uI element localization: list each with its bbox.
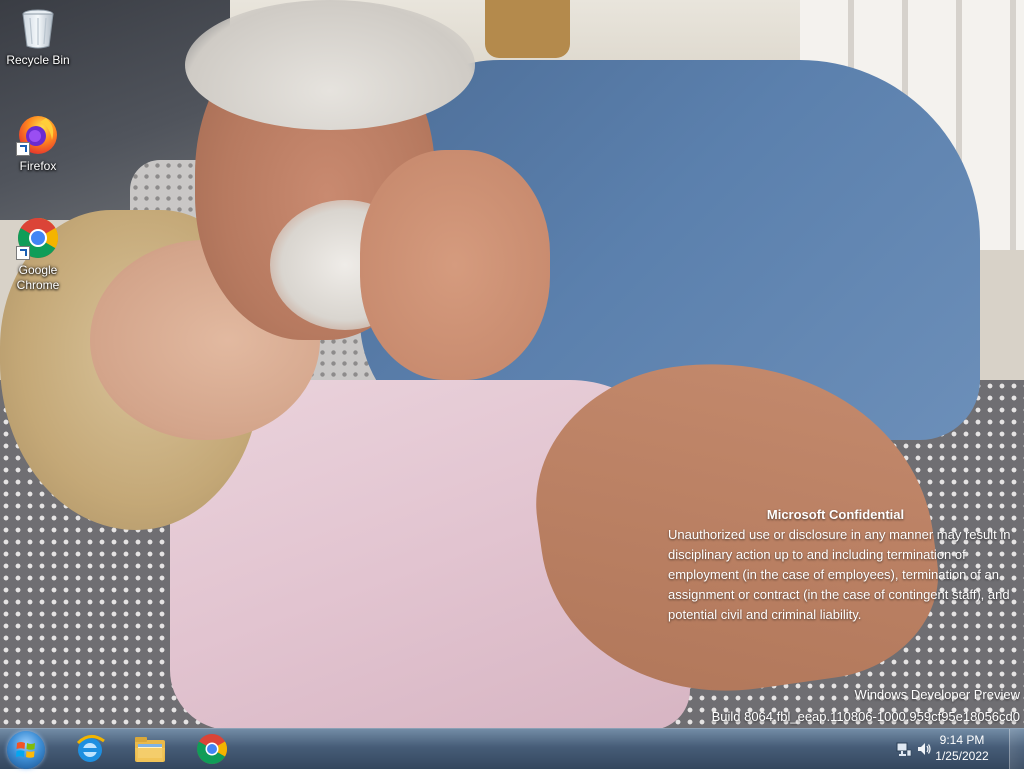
desktop-icon-recycle-bin[interactable]: Recycle Bin: [0, 6, 76, 68]
internet-explorer-icon: [76, 735, 105, 762]
confidential-watermark: Microsoft Confidential Unauthorized use …: [668, 505, 1013, 625]
desktop-icon-label: Recycle Bin: [6, 53, 70, 67]
confidential-body: Unauthorized use or disclosure in any ma…: [668, 527, 1011, 622]
windows-edition: Windows Developer Preview: [854, 687, 1020, 702]
desktop-icon-label: Firefox: [19, 159, 57, 173]
chrome-icon: [16, 216, 60, 260]
recycle-bin-icon: [16, 6, 60, 50]
clock-date: 1/25/2022: [935, 749, 989, 763]
build-watermark: Windows Developer Preview Build 8064.fbl…: [712, 684, 1020, 728]
taskbar: 9:14 PM 1/25/2022: [0, 728, 1024, 769]
system-tray: 9:14 PM 1/25/2022: [884, 729, 1024, 769]
network-icon[interactable]: [896, 741, 912, 757]
taskbar-google-chrome[interactable]: [186, 731, 238, 767]
desktop-icon-google-chrome[interactable]: Google Chrome: [0, 216, 76, 293]
show-desktop-button[interactable]: [1009, 729, 1024, 769]
start-button[interactable]: [7, 731, 45, 769]
clock-time: 9:14 PM: [939, 733, 985, 747]
chrome-icon: [196, 734, 228, 765]
desktop-icon-firefox[interactable]: Firefox: [0, 112, 76, 174]
clock[interactable]: 9:14 PM 1/25/2022: [922, 732, 1002, 764]
windows-logo-icon: [16, 742, 35, 758]
firefox-icon: [16, 112, 60, 156]
file-explorer-icon: [135, 737, 165, 762]
confidential-title: Microsoft Confidential: [766, 507, 905, 522]
build-string: Build 8064.fbl_eeap.110806-1000.959cf95e…: [711, 709, 1020, 724]
taskbar-windows-explorer[interactable]: [124, 731, 176, 767]
taskbar-internet-explorer[interactable]: [64, 731, 116, 767]
desktop-icon-label: Google Chrome: [16, 263, 60, 292]
